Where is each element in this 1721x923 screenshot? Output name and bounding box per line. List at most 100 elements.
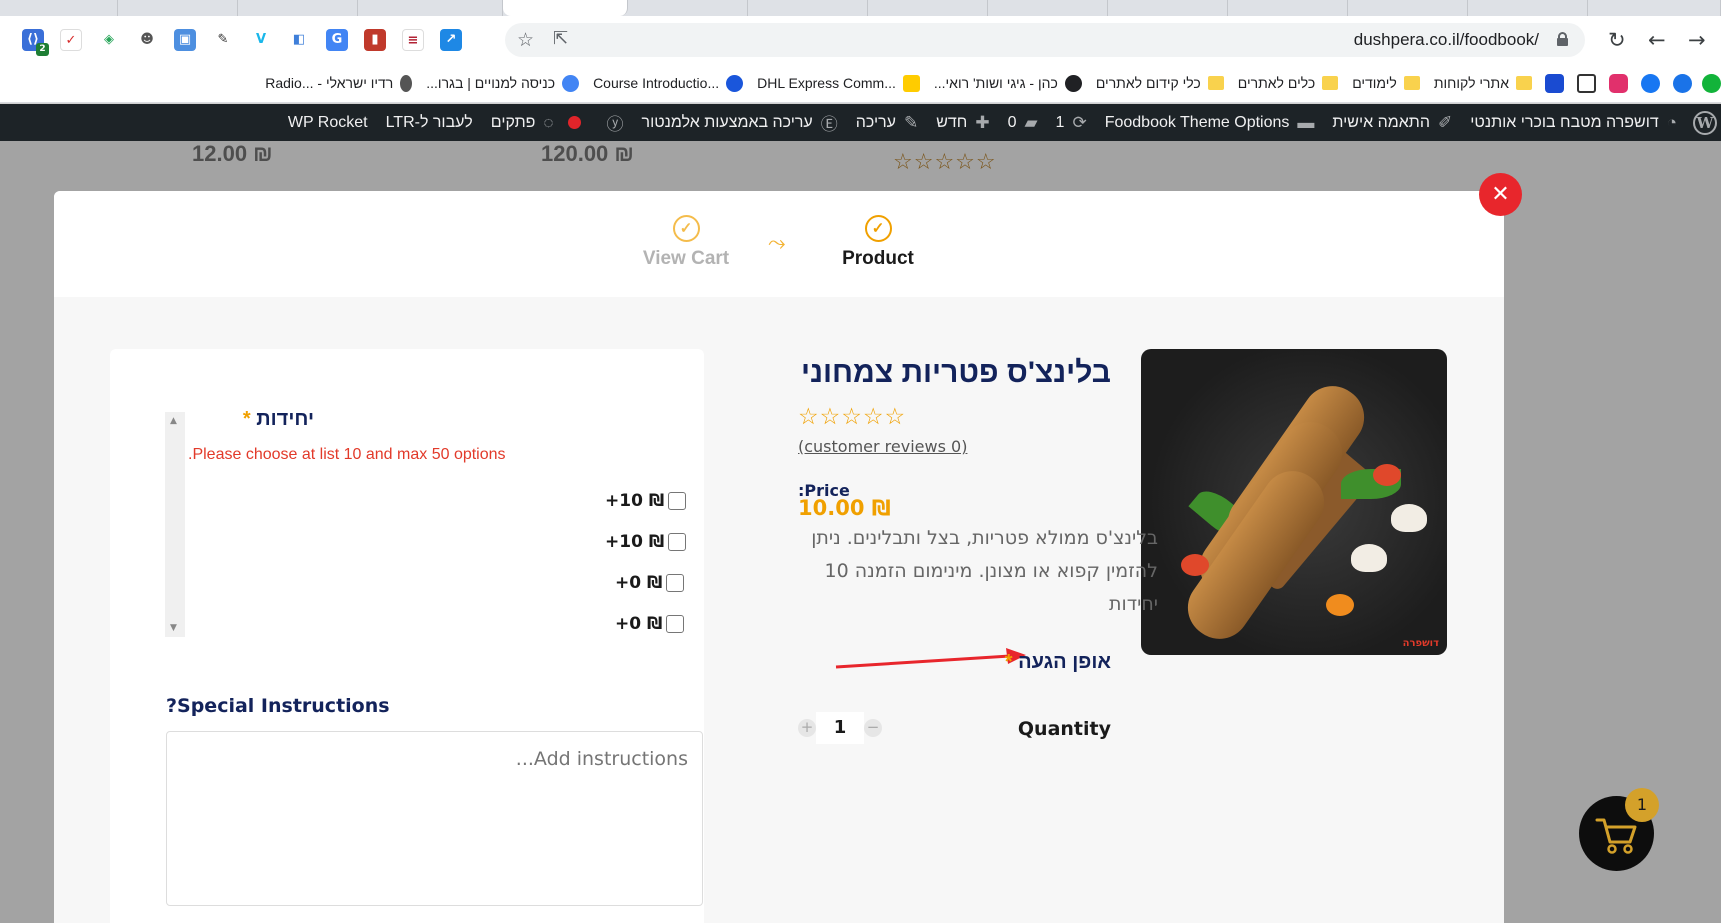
- facebook-icon[interactable]: [1641, 73, 1660, 93]
- refresh-icon: ⟳: [1072, 112, 1087, 132]
- lock-icon[interactable]: [1557, 32, 1568, 46]
- browser-tab[interactable]: [868, 0, 988, 16]
- step-view-cart[interactable]: ✓ View Cart: [626, 215, 746, 270]
- quantity-stepper[interactable]: + 1 −: [798, 711, 882, 745]
- product-rating-stars[interactable]: ☆☆☆☆☆: [798, 404, 906, 430]
- bookmark-subscribers[interactable]: כניסה למנויים | בגרו...: [426, 74, 580, 92]
- browser-tab[interactable]: [1108, 0, 1228, 16]
- image-logo: דושפרה: [1402, 638, 1439, 649]
- devtools-extension-icon[interactable]: ⟨⟩ 2: [22, 29, 49, 56]
- tomato-shape: [1373, 464, 1401, 486]
- scroll-down-icon[interactable]: ▼: [170, 623, 177, 633]
- browser-tab[interactable]: [628, 0, 748, 16]
- wp-customize[interactable]: ✐ התאמה אישית: [1332, 113, 1452, 133]
- vimeo-extension-icon[interactable]: V: [250, 29, 272, 51]
- option-checkbox[interactable]: [668, 533, 687, 551]
- vpn-extension-icon[interactable]: ◈: [98, 29, 120, 51]
- bookmark-folder-studies[interactable]: לימודים: [1352, 75, 1420, 91]
- shop-extension-icon[interactable]: ✓: [60, 29, 82, 51]
- bookmark-course[interactable]: ...Course Introductio: [593, 74, 744, 92]
- wp-updates[interactable]: ⟳ 1: [1056, 113, 1087, 133]
- quantity-value[interactable]: 1: [816, 712, 864, 744]
- browser-tab[interactable]: [748, 0, 868, 16]
- bookmark-folder-promotion-tools[interactable]: כלי קידום לאתרים: [1096, 75, 1224, 91]
- screen-extension-icon[interactable]: ◧: [288, 29, 310, 51]
- floating-cart-button[interactable]: 1: [1579, 788, 1659, 871]
- wp-rocket[interactable]: WP Rocket: [288, 114, 368, 132]
- open-link-extension-icon[interactable]: ↗: [440, 29, 462, 51]
- customer-reviews-link[interactable]: (customer reviews 0): [798, 437, 967, 456]
- wp-ltr-toggle[interactable]: לעבור ל-LTR: [386, 114, 473, 132]
- wp-notes[interactable]: ◌ פתקים: [491, 113, 554, 133]
- browser-tab[interactable]: [1228, 0, 1348, 16]
- bookmark-doc-icon[interactable]: [1577, 73, 1596, 93]
- wappalyzer-extension-icon[interactable]: ▣: [174, 29, 196, 51]
- browser-tab[interactable]: [0, 0, 118, 16]
- bookmark-d-icon[interactable]: [1545, 73, 1564, 93]
- browser-tab[interactable]: [988, 0, 1108, 16]
- wp-edit[interactable]: ✎ עריכה: [856, 113, 918, 133]
- bookmark-chat-icon[interactable]: [1673, 73, 1692, 93]
- wp-comments[interactable]: ▰ 0: [1008, 113, 1038, 133]
- check-circle-icon: ✓: [672, 215, 700, 242]
- speech-bubble-icon: ◌: [543, 112, 554, 132]
- google-icon: [562, 74, 580, 92]
- bookmark-dhl[interactable]: ...DHL Express Comm: [757, 74, 920, 92]
- folder-icon: [1516, 76, 1532, 90]
- wp-new[interactable]: ✚ חדש: [936, 113, 989, 133]
- option-checkbox[interactable]: [668, 492, 687, 510]
- pen-tool-extension-icon[interactable]: ✎: [212, 29, 234, 51]
- option-checkbox[interactable]: [666, 574, 685, 592]
- url-text[interactable]: dushpera.co.il/foodbook/: [1354, 30, 1539, 50]
- special-instructions-input[interactable]: [166, 731, 703, 906]
- wordpress-logo-icon[interactable]: W: [1693, 110, 1717, 135]
- extension-icons: ⟨⟩ 2 ✓ ◈ ☻ ▣ ✎ V ◧ G ▮ ≡ ↗: [0, 26, 465, 56]
- wp-site-name[interactable]: ◔ דושפרה מטבח בוכרי אותנטי: [1470, 113, 1677, 133]
- option-item[interactable]: +0 ₪: [615, 614, 685, 634]
- scroll-up-icon[interactable]: ▲: [170, 416, 177, 426]
- wp-elementor-edit[interactable]: Ⓔ עריכה באמצעות אלמנטור: [642, 110, 838, 135]
- flag-extension-icon[interactable]: ≡: [402, 29, 424, 51]
- course-icon: [726, 74, 744, 92]
- browser-tab[interactable]: [1588, 0, 1721, 16]
- product-image: דושפרה: [1141, 349, 1447, 655]
- address-bar[interactable]: ☆ ⇱ dushpera.co.il/foodbook/: [505, 23, 1585, 57]
- option-checkbox[interactable]: [666, 615, 685, 633]
- mushroom-shape: [1391, 504, 1427, 532]
- comment-icon: ▰: [1024, 112, 1038, 132]
- option-item[interactable]: +10 ₪: [605, 532, 687, 552]
- option-item[interactable]: +10 ₪: [605, 491, 687, 511]
- reload-icon[interactable]: ↻: [1608, 28, 1626, 52]
- close-modal-button[interactable]: ✕: [1479, 173, 1522, 216]
- bookmark-folder-site-tools[interactable]: כלים לאתרים: [1238, 75, 1339, 91]
- folder-icon: [1322, 76, 1339, 90]
- forward-icon[interactable]: →: [1688, 28, 1706, 52]
- wp-theme-options[interactable]: ▬ Foodbook Theme Options: [1105, 113, 1315, 133]
- bookmark-green-icon[interactable]: [1702, 73, 1721, 93]
- bookmark-star-icon[interactable]: ☆: [517, 29, 534, 51]
- robot-extension-icon[interactable]: ☻: [136, 29, 158, 51]
- annotation-arrow: [835, 648, 1026, 669]
- browser-tab[interactable]: [118, 0, 238, 16]
- seo-status-dot-icon[interactable]: [567, 116, 581, 129]
- bookmark-folder-clients[interactable]: אתרי לקוחות: [1434, 75, 1532, 91]
- bookmark-accountants[interactable]: כהן - גיגי ושות' רואי...: [934, 74, 1082, 92]
- bookmark-radio[interactable]: רדיו ישראלי - ...Radio: [265, 74, 413, 92]
- browser-tab[interactable]: [1468, 0, 1588, 16]
- browser-tab-active[interactable]: [503, 0, 628, 16]
- share-icon[interactable]: ⇱: [553, 28, 568, 49]
- instagram-icon[interactable]: [1609, 73, 1628, 93]
- option-item[interactable]: +0 ₪: [615, 573, 685, 593]
- wp-yoast[interactable]: ⓨ: [599, 110, 624, 135]
- book-extension-icon[interactable]: ▮: [364, 29, 386, 51]
- browser-tab[interactable]: [358, 0, 503, 16]
- plus-icon[interactable]: +: [798, 719, 816, 737]
- options-scrollbar[interactable]: ▲ ▼: [165, 412, 185, 637]
- product-description: בלינצ'ס ממולא פטריות, בצל ותבלינים. ניתן…: [811, 527, 1158, 615]
- page-overlay[interactable]: 12.00 ₪ 120.00 ₪ ☆☆☆☆☆ ✓ View Cart ⤳ ✓ P…: [0, 141, 1721, 923]
- browser-tab[interactable]: [1348, 0, 1468, 16]
- back-icon[interactable]: ←: [1648, 28, 1666, 52]
- translate-extension-icon[interactable]: G: [326, 29, 348, 51]
- browser-tab[interactable]: [238, 0, 358, 16]
- minus-icon[interactable]: −: [864, 719, 882, 737]
